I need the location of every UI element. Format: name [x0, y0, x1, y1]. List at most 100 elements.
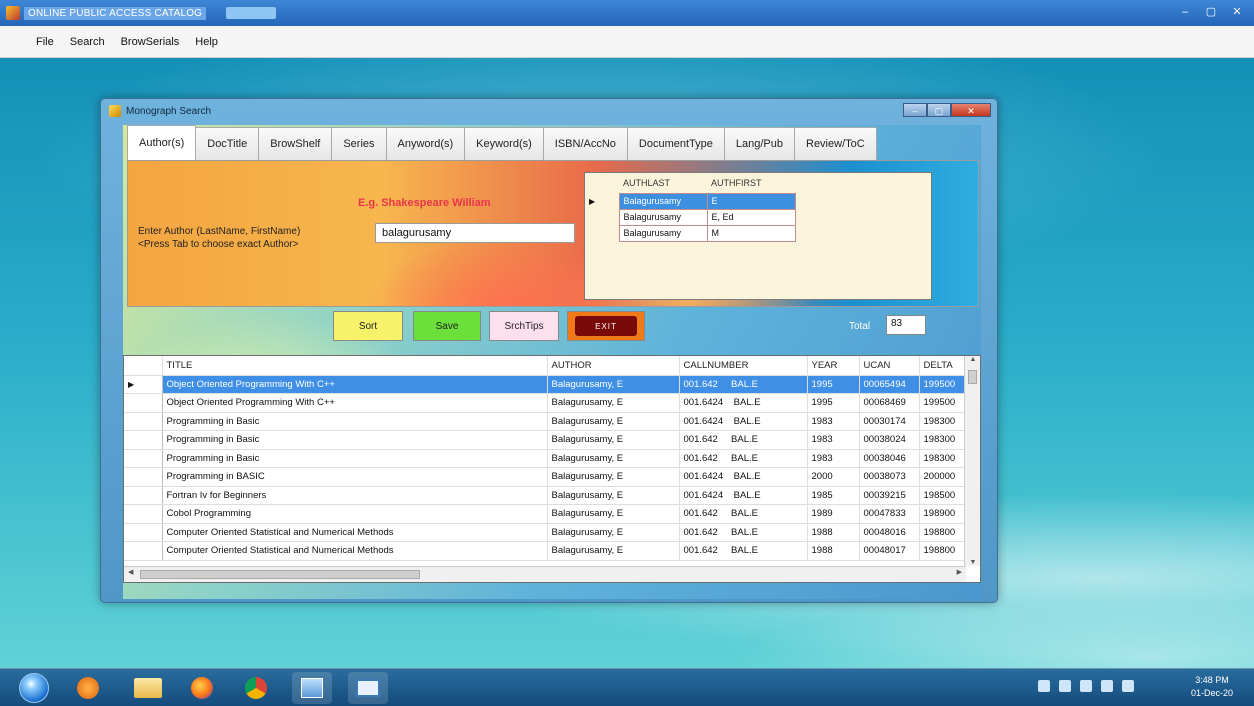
authlast-cell[interactable]: Balagurusamy	[618, 224, 708, 242]
title-cell[interactable]: Cobol Programming	[162, 504, 548, 524]
delta-cell[interactable]: 199500	[919, 375, 965, 394]
scroll-left-icon[interactable]: ◀	[128, 568, 133, 576]
file-explorer-icon[interactable]	[128, 672, 168, 704]
delta-cell[interactable]: 198300	[919, 430, 965, 450]
scroll-down-icon[interactable]: ▼	[965, 559, 980, 566]
column-callnumber[interactable]: CALLNUMBER	[679, 356, 808, 376]
callnumber-cell[interactable]: 001.642 BAL.E	[679, 449, 808, 468]
ucan-cell[interactable]: 00048016	[859, 523, 920, 542]
dialog-maximize-button[interactable]: ▢	[927, 103, 951, 117]
close-button[interactable]: ✕	[1226, 3, 1248, 21]
author-grid-row[interactable]: Balagurusamy E, Ed	[585, 208, 796, 226]
exit-button[interactable]: EXIT	[567, 311, 645, 341]
callnumber-cell[interactable]: 001.6424 BAL.E	[679, 486, 808, 505]
author-grid-row[interactable]: Balagurusamy M	[585, 224, 796, 242]
tab-documenttype[interactable]: DocumentType	[627, 127, 725, 161]
ucan-cell[interactable]: 00039215	[859, 486, 920, 505]
year-cell[interactable]: 1989	[807, 504, 860, 524]
title-cell[interactable]: Programming in Basic	[162, 412, 548, 431]
tab-lang-pub[interactable]: Lang/Pub	[724, 127, 795, 161]
column-authfirst[interactable]: AUTHFIRST	[707, 173, 795, 193]
year-cell[interactable]: 1995	[807, 393, 860, 413]
year-cell[interactable]: 1983	[807, 430, 860, 450]
callnumber-cell[interactable]: 001.6424 BAL.E	[679, 467, 808, 487]
delta-cell[interactable]: 198800	[919, 541, 965, 561]
ucan-cell[interactable]: 00068469	[859, 393, 920, 413]
table-row[interactable]: Computer Oriented Statistical and Numeri…	[124, 541, 965, 561]
callnumber-cell[interactable]: 001.642 BAL.E	[679, 541, 808, 561]
table-row[interactable]: ▶ Object Oriented Programming With C++ B…	[124, 375, 965, 394]
menu-search[interactable]: Search	[70, 36, 105, 48]
flag-icon[interactable]	[1038, 680, 1050, 692]
menu-file[interactable]: File	[36, 36, 54, 48]
author-cell[interactable]: Balagurusamy, E	[547, 449, 680, 468]
callnumber-cell[interactable]: 001.642 BAL.E	[679, 504, 808, 524]
callnumber-cell[interactable]: 001.642 BAL.E	[679, 375, 808, 394]
author-cell[interactable]: Balagurusamy, E	[547, 541, 680, 561]
author-grid-row[interactable]: ▶ Balagurusamy E	[585, 192, 796, 210]
volume-icon[interactable]	[1101, 680, 1113, 692]
delta-cell[interactable]: 198300	[919, 449, 965, 468]
table-row[interactable]: Programming in Basic Balagurusamy, E 001…	[124, 449, 965, 468]
sort-button[interactable]: Sort	[333, 311, 403, 341]
authfirst-cell[interactable]: E	[706, 192, 796, 210]
author-cell[interactable]: Balagurusamy, E	[547, 412, 680, 431]
network-icon[interactable]	[1080, 680, 1092, 692]
tab-review-toc[interactable]: Review/ToC	[795, 127, 877, 161]
title-cell[interactable]: Fortran Iv for Beginners	[162, 486, 548, 505]
tab-authors[interactable]: Author(s)	[127, 125, 197, 161]
author-cell[interactable]: Balagurusamy, E	[547, 393, 680, 413]
table-row[interactable]: Programming in Basic Balagurusamy, E 001…	[124, 430, 965, 450]
ucan-cell[interactable]: 00048017	[859, 541, 920, 561]
vertical-scroll-thumb[interactable]	[968, 370, 977, 384]
tab-browshelf[interactable]: BrowShelf	[259, 127, 333, 161]
ucan-cell[interactable]: 00030174	[859, 412, 920, 431]
delta-cell[interactable]: 198500	[919, 486, 965, 505]
author-cell[interactable]: Balagurusamy, E	[547, 504, 680, 524]
table-row[interactable]: Object Oriented Programming With C++ Bal…	[124, 393, 965, 413]
callnumber-cell[interactable]: 001.642 BAL.E	[679, 523, 808, 542]
firefox-icon[interactable]	[186, 672, 218, 704]
scroll-up-icon[interactable]: ▲	[965, 356, 980, 363]
ucan-cell[interactable]: 00065494	[859, 375, 920, 394]
ucan-cell[interactable]: 00047833	[859, 504, 920, 524]
author-cell[interactable]: Balagurusamy, E	[547, 467, 680, 487]
results-horizontal-scrollbar[interactable]: ◀ ▶	[124, 566, 966, 582]
authfirst-cell[interactable]: E, Ed	[706, 208, 796, 226]
year-cell[interactable]: 1988	[807, 523, 860, 542]
title-cell[interactable]: Object Oriented Programming With C++	[162, 393, 548, 413]
minimize-button[interactable]: –	[1174, 3, 1196, 21]
column-title[interactable]: TITLE	[162, 356, 548, 376]
title-cell[interactable]: Object Oriented Programming With C++	[162, 375, 548, 394]
column-year[interactable]: YEAR	[807, 356, 860, 376]
tab-keywords[interactable]: Keyword(s)	[465, 127, 544, 161]
authfirst-cell[interactable]: M	[706, 224, 796, 242]
arrow-icon[interactable]	[1059, 680, 1071, 692]
ucan-cell[interactable]: 00038046	[859, 449, 920, 468]
author-cell[interactable]: Balagurusamy, E	[547, 486, 680, 505]
callnumber-cell[interactable]: 001.642 BAL.E	[679, 430, 808, 450]
authlast-cell[interactable]: Balagurusamy	[618, 192, 708, 210]
year-cell[interactable]: 1985	[807, 486, 860, 505]
delta-cell[interactable]: 199500	[919, 393, 965, 413]
year-cell[interactable]: 1983	[807, 449, 860, 468]
tab-isbn-accno[interactable]: ISBN/AccNo	[543, 127, 628, 161]
chrome-icon[interactable]	[240, 672, 272, 704]
delta-cell[interactable]: 198800	[919, 523, 965, 542]
tab-anywords[interactable]: Anyword(s)	[386, 127, 466, 161]
author-search-input[interactable]	[375, 223, 575, 243]
start-button[interactable]	[14, 672, 54, 704]
column-delta[interactable]: DELTA	[919, 356, 965, 376]
battery-icon[interactable]	[1122, 680, 1134, 692]
column-ucan[interactable]: UCAN	[859, 356, 920, 376]
catalog-app-icon[interactable]	[292, 672, 332, 704]
author-cell[interactable]: Balagurusamy, E	[547, 375, 680, 394]
ucan-cell[interactable]: 00038073	[859, 467, 920, 487]
callnumber-cell[interactable]: 001.6424 BAL.E	[679, 393, 808, 413]
maximize-button[interactable]: ▢	[1200, 3, 1222, 21]
table-row[interactable]: Programming in Basic Balagurusamy, E 001…	[124, 412, 965, 431]
save-button[interactable]: Save	[413, 311, 481, 341]
results-vertical-scrollbar[interactable]: ▲ ▼	[964, 356, 980, 566]
callnumber-cell[interactable]: 001.6424 BAL.E	[679, 412, 808, 431]
authlast-cell[interactable]: Balagurusamy	[618, 208, 708, 226]
